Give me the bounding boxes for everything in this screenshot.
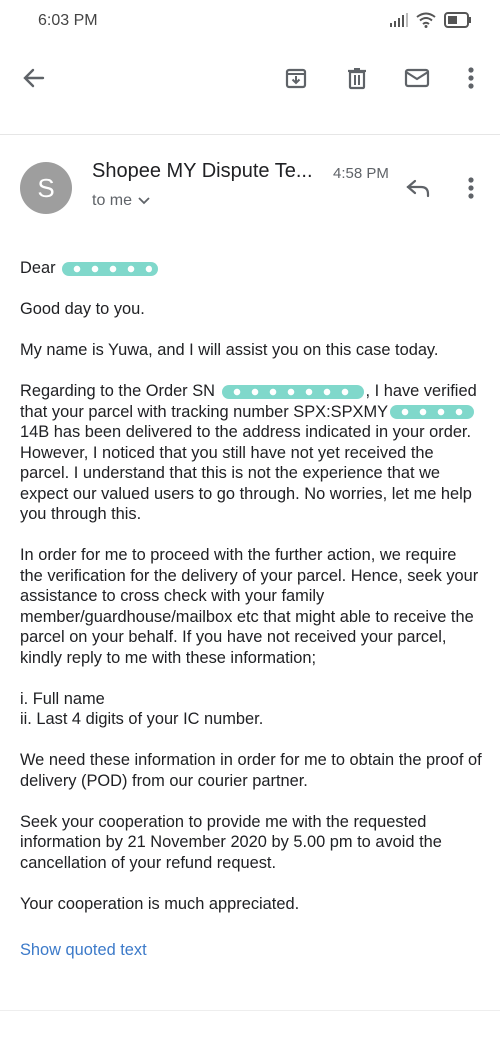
back-button[interactable] (16, 60, 52, 96)
archive-icon (285, 68, 307, 89)
more-options-button[interactable] (453, 60, 489, 96)
toolbar (0, 44, 500, 110)
sender-name: Shopee MY Dispute Te... (92, 160, 313, 182)
back-arrow-icon (23, 68, 45, 88)
paragraph-greeting: Good day to you. (20, 300, 145, 318)
delete-icon (348, 68, 366, 90)
list-item: ii. Last 4 digits of your IC number. (20, 710, 264, 728)
redacted-order-sn (221, 384, 364, 399)
redacted-tracking (390, 405, 475, 420)
delete-button[interactable] (339, 60, 375, 96)
paragraph-closing: Your cooperation is much appreciated. (20, 894, 300, 913)
sender-avatar[interactable]: S (20, 162, 72, 214)
wifi-icon (416, 12, 436, 28)
reply-icon (406, 179, 430, 198)
more-vert-icon (468, 177, 474, 199)
list-item: i. Full name (20, 689, 105, 708)
paragraph-verification: In order for me to proceed with the furt… (20, 546, 479, 667)
battery-icon (444, 12, 471, 28)
paragraph-intro: My name is Yuwa, and I will assist you o… (20, 341, 439, 359)
redacted-name (62, 261, 159, 276)
status-bar: 6:03 PM (0, 0, 500, 44)
show-quoted-text-link[interactable]: Show quoted text (20, 941, 147, 960)
greeting: Dear (20, 258, 482, 279)
message-more-button[interactable] (455, 172, 487, 204)
paragraph-order: Regarding to the Order SN , I have verif… (20, 382, 477, 523)
recipient-label: to me (92, 192, 133, 209)
recipient-details-toggle[interactable]: to me (92, 192, 150, 210)
chevron-down-icon (138, 197, 150, 205)
paragraph-deadline: Seek your cooperation to provide me with… (20, 812, 442, 872)
bottom-divider (0, 1010, 500, 1011)
mail-icon (404, 68, 430, 88)
info-list: i. Full name ii. Last 4 digits of your IC… (20, 689, 482, 730)
archive-button[interactable] (278, 60, 314, 96)
mark-unread-button[interactable] (399, 60, 435, 96)
reply-button[interactable] (402, 172, 434, 204)
signal-icon (390, 13, 408, 27)
status-time: 6:03 PM (38, 12, 98, 29)
message-body: Dear Good day to you. My name is Yuwa, a… (20, 258, 482, 935)
status-icons (390, 12, 472, 28)
message-time: 4:58 PM (333, 165, 389, 182)
more-vert-icon (468, 67, 474, 89)
paragraph-pod: We need these information in order for m… (20, 751, 482, 790)
toolbar-divider (0, 134, 500, 135)
